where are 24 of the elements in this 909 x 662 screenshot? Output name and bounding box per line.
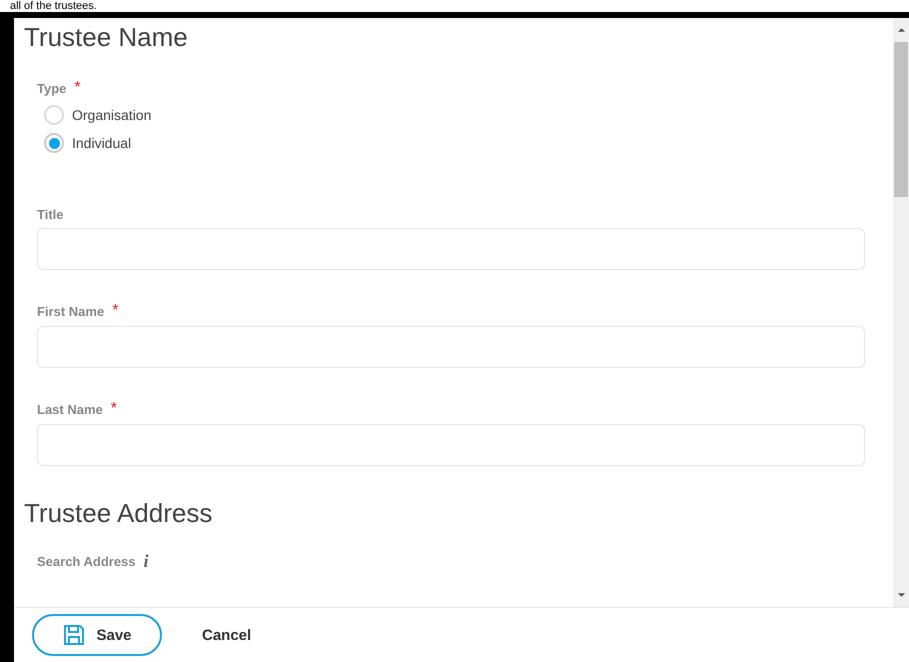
scroll-up-icon[interactable] xyxy=(896,27,906,33)
info-icon[interactable]: i xyxy=(144,551,149,572)
required-mark: * xyxy=(112,302,118,320)
scrollbar[interactable] xyxy=(893,18,909,607)
radio-button[interactable] xyxy=(44,133,64,153)
field-label: Title xyxy=(37,207,64,222)
text-field[interactable] xyxy=(37,326,865,368)
field-label: Last Name xyxy=(37,402,103,416)
text-field[interactable] xyxy=(37,424,865,466)
section-title: Trustee Name xyxy=(24,22,189,53)
caption-text: all of the trustees. xyxy=(10,0,97,12)
radio-label[interactable]: Organisation xyxy=(72,107,152,123)
scroll-thumb[interactable] xyxy=(894,42,908,197)
required-mark: * xyxy=(74,79,81,97)
radio-button[interactable] xyxy=(44,105,64,125)
field-label: Type xyxy=(37,80,66,96)
section-title: Trustee Address xyxy=(24,498,214,529)
field-label: First Name xyxy=(37,304,104,318)
scroll-down-icon[interactable] xyxy=(896,592,906,598)
required-mark: * xyxy=(110,400,117,418)
field-label: Search Address xyxy=(37,554,136,569)
save-button[interactable]: Save xyxy=(32,614,162,656)
text-field[interactable] xyxy=(37,228,865,270)
radio-label[interactable]: Individual xyxy=(72,135,132,151)
